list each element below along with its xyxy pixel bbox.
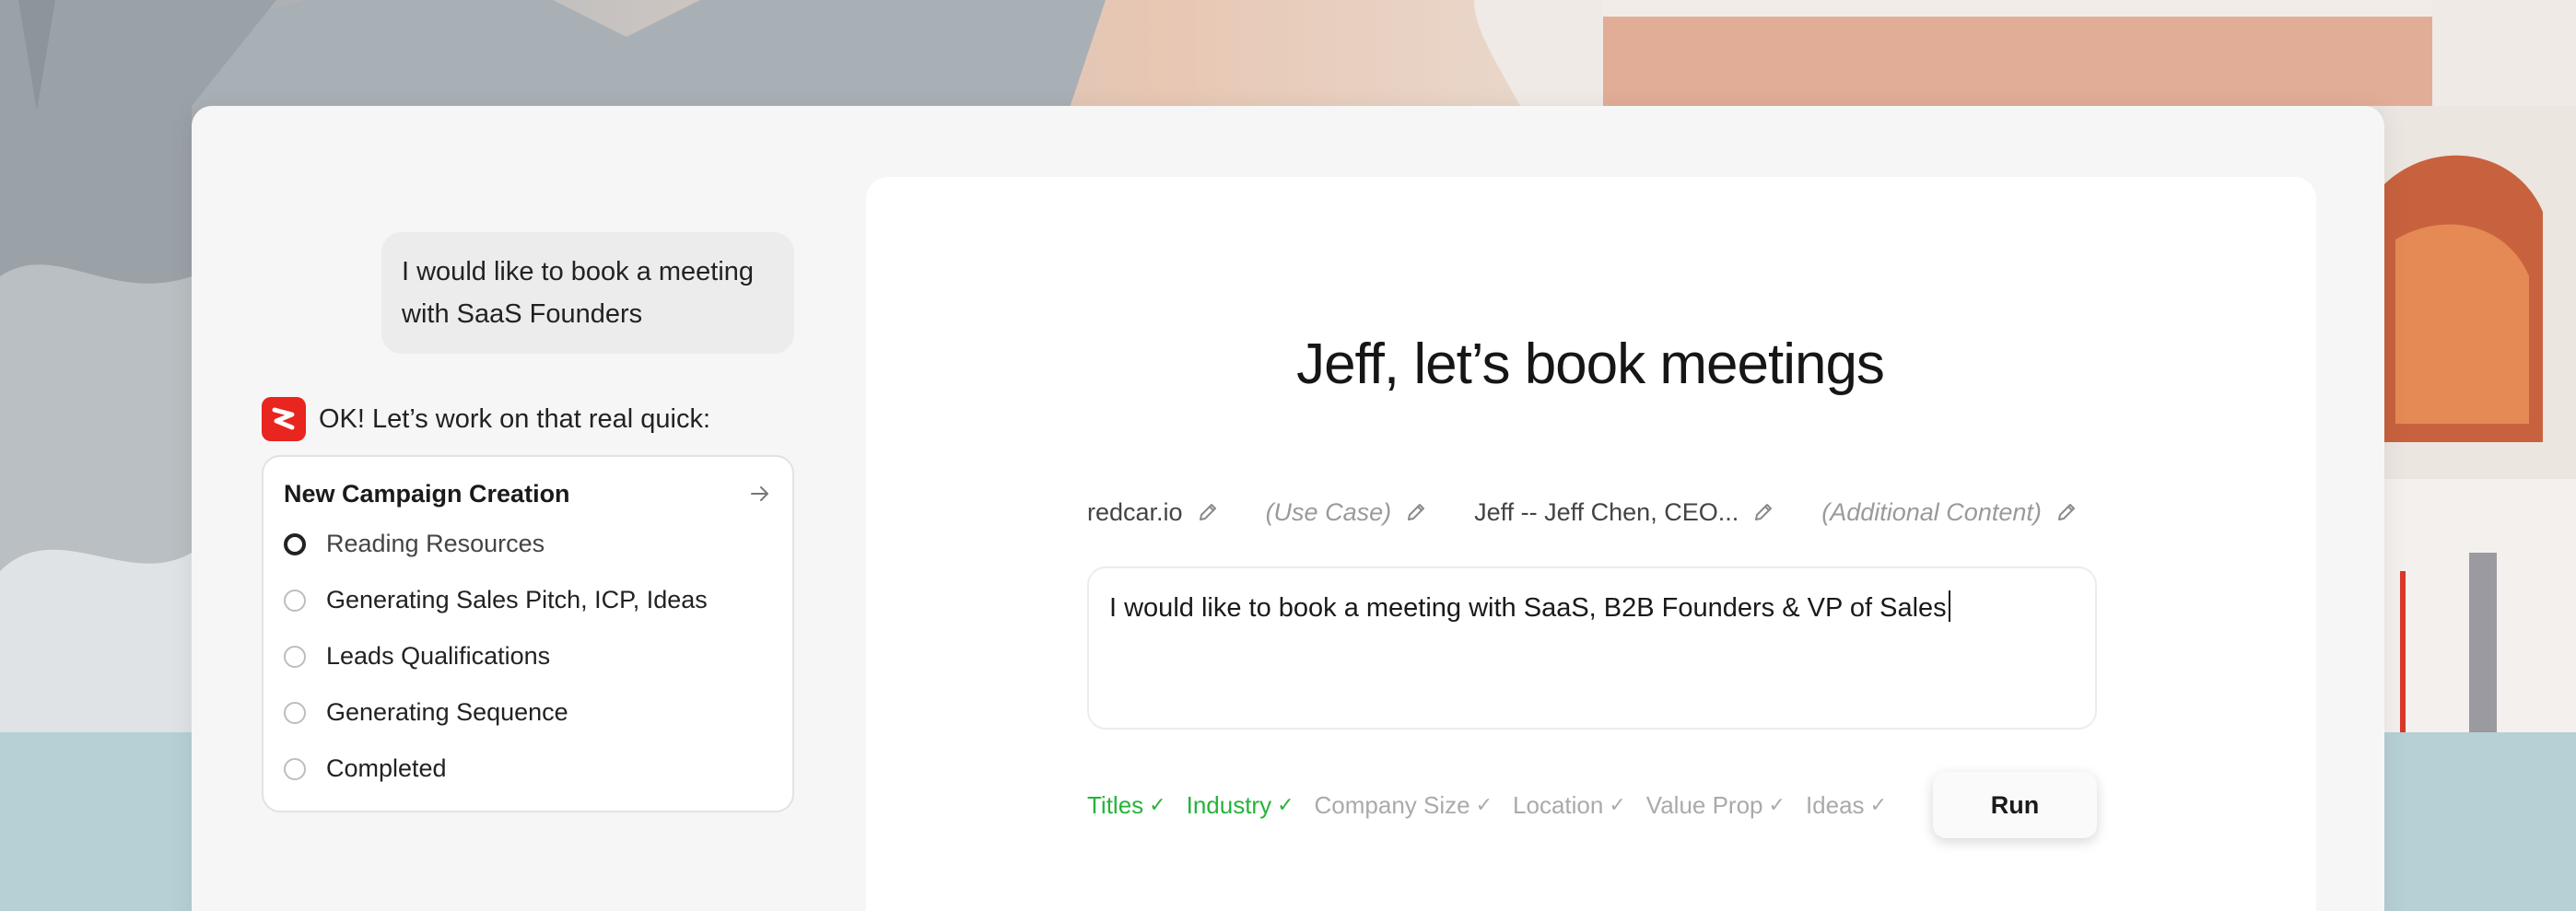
param-use-case[interactable]: (Use Case) — [1266, 498, 1429, 527]
check-icon: ✓ — [1768, 793, 1786, 816]
task-step-completed: Completed — [284, 741, 772, 797]
tag-industry: Industry ✓ — [1186, 790, 1294, 819]
check-icon: ✓ — [1475, 793, 1493, 816]
step-label: Generating Sequence — [326, 698, 568, 726]
step-status-pending-icon — [284, 645, 306, 668]
step-status-pending-icon — [284, 589, 306, 612]
param-label: (Use Case) — [1265, 497, 1392, 526]
task-title: New Campaign Creation — [284, 479, 570, 508]
campaign-task-card: New Campaign Creation Reading Resources … — [262, 455, 794, 812]
arrow-right-icon[interactable] — [748, 482, 772, 506]
bot-reply-text: OK! Let’s work on that real quick: — [319, 403, 711, 434]
step-status-pending-icon — [284, 701, 306, 724]
text-caret — [1948, 590, 1950, 622]
pencil-icon[interactable] — [1196, 500, 1220, 524]
redcar-logo-icon — [262, 397, 306, 441]
param-website[interactable]: redcar.io — [1087, 498, 1220, 527]
check-icon: ✓ — [1609, 793, 1626, 816]
tag-ideas: Ideas ✓ — [1805, 790, 1887, 819]
param-additional-content[interactable]: (Additional Content) — [1821, 498, 2078, 527]
step-label: Completed — [326, 754, 447, 782]
step-status-active-icon — [284, 532, 306, 555]
run-button[interactable]: Run — [1933, 772, 2097, 838]
pencil-icon[interactable] — [2055, 500, 2078, 524]
param-label: redcar.io — [1087, 497, 1183, 526]
step-label: Reading Resources — [326, 530, 545, 557]
step-status-pending-icon — [284, 757, 306, 780]
task-step-leads-qualifications: Leads Qualifications — [284, 628, 772, 684]
tag-titles: Titles ✓ — [1087, 790, 1166, 819]
check-icon: ✓ — [1277, 793, 1294, 816]
campaign-params-row: redcar.io (Use Case) Jeff -- Jeff Chen, … — [1087, 494, 2125, 531]
step-label: Generating Sales Pitch, ICP, Ideas — [326, 586, 708, 613]
pencil-icon[interactable] — [1404, 500, 1428, 524]
prompt-text: I would like to book a meeting with SaaS… — [1109, 593, 1947, 623]
param-sender[interactable]: Jeff -- Jeff Chen, CEO... — [1474, 498, 1775, 527]
tag-value-prop: Value Prop ✓ — [1645, 790, 1786, 819]
param-label: (Additional Content) — [1821, 497, 2042, 526]
tag-location: Location ✓ — [1513, 790, 1626, 819]
criteria-tags: Titles ✓ Industry ✓ Company Size ✓ Location… — [1087, 787, 1907, 823]
pencil-icon[interactable] — [1751, 500, 1775, 524]
check-icon: ✓ — [1149, 793, 1166, 816]
param-label: Jeff -- Jeff Chen, CEO... — [1474, 497, 1739, 526]
prompt-input[interactable]: I would like to book a meeting with SaaS… — [1087, 566, 2097, 730]
page-title: Jeff, let’s book meetings — [1296, 333, 1885, 396]
check-icon: ✓ — [1869, 793, 1887, 816]
task-card-header[interactable]: New Campaign Creation — [284, 477, 772, 510]
bot-reply-line: OK! Let’s work on that real quick: — [262, 397, 710, 441]
task-step-reading-resources: Reading Resources — [284, 516, 772, 572]
tag-company-size: Company Size ✓ — [1314, 790, 1493, 819]
task-step-sales-pitch: Generating Sales Pitch, ICP, Ideas — [284, 572, 772, 628]
step-label: Leads Qualifications — [326, 642, 551, 670]
task-step-generating-sequence: Generating Sequence — [284, 684, 772, 741]
